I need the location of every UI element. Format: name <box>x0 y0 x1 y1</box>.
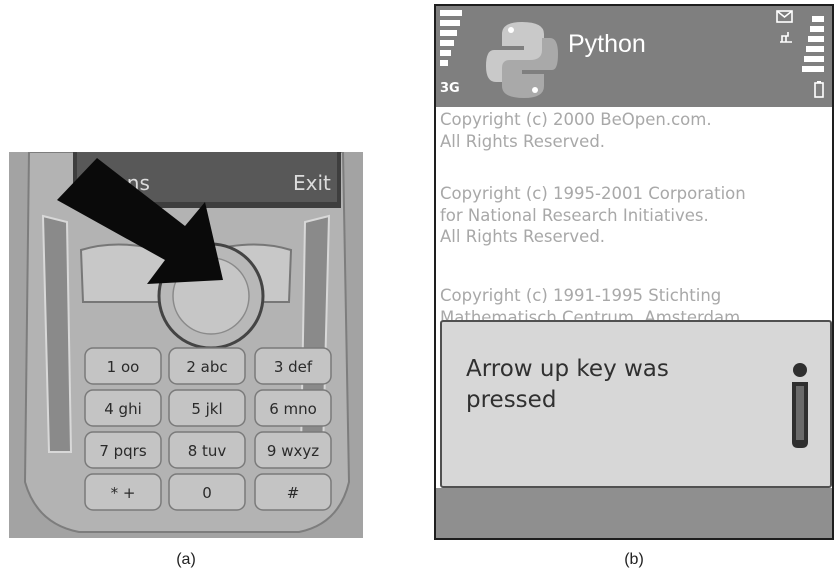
battery-icon <box>814 81 824 98</box>
app-title: Python <box>568 30 646 58</box>
copyright-paragraph: Copyright (c) 2000 BeOpen.com. All Right… <box>440 110 712 151</box>
keypad-key-label: 9 wxyz <box>267 442 319 460</box>
connection-icon <box>780 32 792 43</box>
note-message: Arrow up key was pressed <box>466 356 669 413</box>
signal-strength-icon <box>440 10 462 66</box>
keypad-key-label: * + <box>111 484 136 502</box>
info-icon <box>792 363 808 448</box>
keypad-key-label: 1 oo <box>107 358 140 376</box>
display-right-softkey-label: Exit <box>293 171 331 195</box>
keypad-key-label: 4 ghi <box>104 400 142 418</box>
keypad-key-label: # <box>287 484 300 502</box>
info-note-dialog[interactable]: Arrow up key was pressed <box>440 320 832 488</box>
keypad-key-label: 7 pqrs <box>99 442 147 460</box>
network-type-label: 3G <box>440 81 460 96</box>
phone-screen: 3G Python Copyright (c) 2000 BeOpen.com.… <box>436 6 832 538</box>
keypad-key-label: 8 tuv <box>188 442 227 460</box>
keypad-key-label: 0 <box>202 484 212 502</box>
phone-photo: ions Exit 1 oo 2 abc 3 def 4 ghi 5 jkl 6 mno 7… <box>9 152 363 538</box>
keypad-key-label: 5 jkl <box>191 400 222 418</box>
battery-level-icon <box>802 16 824 72</box>
screen-panel: 3G Python Copyright (c) 2000 BeOpen.com.… <box>434 4 834 540</box>
phone-illustration: ions Exit 1 oo 2 abc 3 def4 ghi 5 jkl 6 mno7… <box>9 152 363 538</box>
keypad-key-label: 3 def <box>274 358 313 376</box>
keypad-key-label: 2 abc <box>186 358 227 376</box>
softkey-bar <box>436 488 832 538</box>
copyright-paragraph: Copyright (c) 1995-2001 Corporation for … <box>440 184 746 246</box>
mail-icon <box>776 10 793 23</box>
python-logo-icon <box>486 22 558 98</box>
copyright-paragraph: Copyright (c) 1991-1995 Stichting Mathem… <box>440 286 746 320</box>
caption-a: (a) <box>176 551 196 568</box>
copyright-text-area: Copyright (c) 2000 BeOpen.com. All Right… <box>436 107 832 320</box>
keypad-key-label: 6 mno <box>269 400 317 418</box>
caption-b: (b) <box>624 551 644 568</box>
title-bar: 3G Python <box>436 6 832 107</box>
